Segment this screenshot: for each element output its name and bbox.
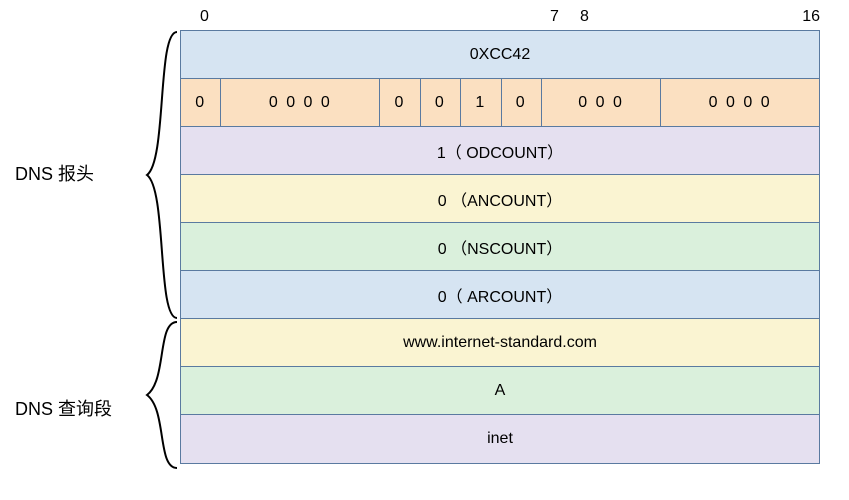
flag-qr: 0 [181,79,221,126]
row-arcount: 0（ ARCOUNT） [181,271,819,319]
nscount-value: 0 （NSCOUNT） [438,235,562,259]
ruler-tick-8: 8 [580,8,589,26]
flag-opcode: 0 0 0 0 [221,79,380,126]
row-qclass: inet [181,415,819,463]
diagram-root: DNS 报头 DNS 查询段 0 7 8 16 0XCC42 0 0 0 0 0… [0,0,849,500]
row-qtype: A [181,367,819,415]
row-nscount: 0 （NSCOUNT） [181,223,819,271]
flag-rcode: 0 0 0 0 [661,79,819,126]
flag-tc: 0 [421,79,461,126]
id-value: 0XCC42 [470,46,530,64]
brace-query-icon [145,320,185,470]
ancount-value: 0 （ANCOUNT） [438,187,562,211]
row-ancount: 0 （ANCOUNT） [181,175,819,223]
ruler-tick-0: 0 [200,8,209,26]
row-qname: www.internet-standard.com [181,319,819,367]
header-section-label: DNS 报头 [15,160,94,186]
brace-header-icon [145,30,185,320]
packet-table: 0XCC42 0 0 0 0 0 0 0 1 0 0 0 0 0 0 0 0 1… [180,30,820,464]
arcount-value: 0（ ARCOUNT） [438,283,562,307]
row-qdcount: 1（ ODCOUNT） [181,127,819,175]
row-flags: 0 0 0 0 0 0 0 1 0 0 0 0 0 0 0 0 [181,79,819,127]
flag-aa: 0 [380,79,420,126]
qclass-value: inet [487,430,513,448]
ruler-tick-16: 16 [802,8,820,26]
qdcount-value: 1（ ODCOUNT） [437,139,563,163]
flag-rd: 1 [461,79,501,126]
row-id: 0XCC42 [181,31,819,79]
section-labels: DNS 报头 DNS 查询段 [5,0,160,500]
flag-ra: 0 [502,79,542,126]
flag-z: 0 0 0 [542,79,661,126]
qtype-value: A [495,382,506,400]
qname-value: www.internet-standard.com [403,334,597,352]
ruler-tick-7: 7 [550,8,559,26]
query-section-label: DNS 查询段 [15,395,112,421]
